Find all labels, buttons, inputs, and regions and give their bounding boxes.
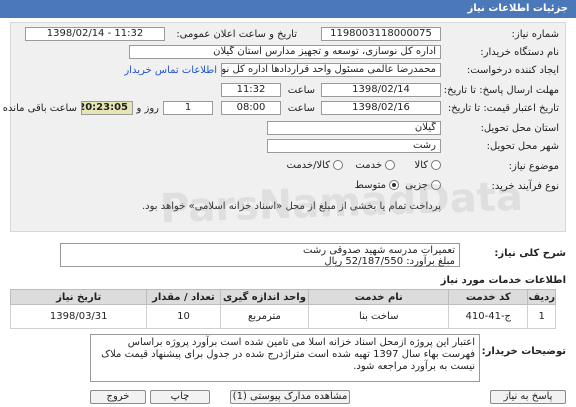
send-time-field: 11:32 <box>221 83 281 97</box>
announce-field: 1398/02/14 - 11:32 <box>25 27 165 41</box>
print-button[interactable]: چاپ <box>150 390 210 404</box>
city-field: رشت <box>267 139 441 153</box>
column-header: تاریخ نیاز <box>9 289 148 305</box>
process-option-minor[interactable]: جزیی <box>405 180 441 191</box>
day-count-field: 1 <box>163 101 213 115</box>
need-number-field: 1198003118000075 <box>321 27 441 41</box>
buyer-field: اداره کل نوسازی، توسعه و تجهیز مدارس است… <box>129 45 441 59</box>
details-panel: شماره نیاز: 1198003118000075 تاریخ و ساع… <box>3 22 566 232</box>
send-deadline-label: مهلت ارسال پاسخ: تا تاریخ: <box>443 85 559 96</box>
table-cell: ساخت بنا <box>308 304 450 329</box>
announce-label: تاریخ و ساعت اعلان عمومی: <box>176 29 297 40</box>
contact-info-link[interactable]: اطلاعات تماس خریدار <box>124 65 217 76</box>
description-box: تعمیرات مدرسه شهید صدوقی رشت مبلغ برآورد… <box>60 243 460 267</box>
radio-icon <box>431 180 441 190</box>
radio-icon <box>385 160 395 170</box>
buyer-label: نام دستگاه خریدار: <box>480 47 559 58</box>
table-cell: مترمربع <box>219 304 310 329</box>
description-label: شرح کلی نیاز: <box>494 248 566 259</box>
radio-icon <box>333 160 343 170</box>
buyer-notes-label: توضیحات خریدار: <box>481 346 566 357</box>
process-option-medium[interactable]: متوسط <box>355 180 399 191</box>
creator-field: محمدرضا عالمی مسئول واحد قراردادها اداره… <box>221 63 441 77</box>
table-cell: 1 <box>527 304 556 329</box>
valid-time-field: 08:00 <box>221 101 281 115</box>
services-table: ردیف کد خدمت نام خدمت واحد اندازه گیری ت… <box>9 289 556 329</box>
category-option-service[interactable]: خدمت <box>355 160 395 171</box>
valid-date-field: 1398/02/16 <box>321 101 441 115</box>
send-time-label: ساعت <box>287 85 315 96</box>
exit-button[interactable]: خروج <box>90 390 146 404</box>
table-row: 1 ج-41-410 ساخت بنا مترمربع 10 1398/03/3… <box>9 304 556 329</box>
column-header: واحد اندازه گیری <box>219 289 310 305</box>
category-option-goods[interactable]: کالا <box>414 160 441 171</box>
services-title: اطلاعات خدمات مورد نیاز <box>440 275 566 286</box>
column-header: نام خدمت <box>308 289 450 305</box>
radio-icon <box>431 160 441 170</box>
description-line-2: مبلغ برآورد: 52/187/550 ریال <box>324 256 455 267</box>
page-header: جزئیات اطلاعات نیاز <box>0 0 576 18</box>
day-and-label: روز و <box>136 103 160 114</box>
category-option-goods-service[interactable]: کالا/خدمت <box>287 160 343 171</box>
province-label: استان محل تحویل: <box>480 123 559 134</box>
remaining-time-field: 20:23:05 <box>81 101 133 115</box>
page-title: جزئیات اطلاعات نیاز <box>467 3 568 14</box>
table-header-row: ردیف کد خدمت نام خدمت واحد اندازه گیری ت… <box>9 289 556 305</box>
column-header: تعداد / مقدار <box>146 289 221 305</box>
category-label: موضوع نیاز: <box>508 161 559 172</box>
send-date-field: 1398/02/14 <box>321 83 441 97</box>
validity-label: تاریخ اعتبار قیمت: تا تاریخ: <box>447 103 559 114</box>
creator-label: ایجاد کننده درخواست: <box>466 65 559 76</box>
description-line-1: تعمیرات مدرسه شهید صدوقی رشت <box>303 245 455 256</box>
process-label: نوع فرآیند خرید: <box>491 181 560 192</box>
city-label: شهر محل تحویل: <box>486 141 559 152</box>
table-cell: 10 <box>146 304 221 329</box>
table-cell: 1398/03/31 <box>9 304 148 329</box>
process-note: پرداخت تمام یا بخشی از مبلغ از محل «اسنا… <box>142 201 441 212</box>
reply-button[interactable]: پاسخ به نیاز <box>490 390 566 404</box>
buyer-notes-box: اعتبار این پروژه ازمحل اسناد خزانه اسلا … <box>90 334 480 382</box>
table-cell: ج-41-410 <box>448 304 529 329</box>
column-header: ردیف <box>527 289 556 305</box>
column-header: کد خدمت <box>448 289 529 305</box>
attachments-button[interactable]: مشاهده مدارک پیوستی (1) <box>230 390 350 404</box>
remaining-label: ساعت باقی مانده <box>2 103 77 114</box>
province-field: گیلان <box>267 121 441 135</box>
valid-time-label: ساعت <box>287 103 315 114</box>
need-number-label: شماره نیاز: <box>511 29 560 40</box>
radio-selected-icon <box>389 180 399 190</box>
